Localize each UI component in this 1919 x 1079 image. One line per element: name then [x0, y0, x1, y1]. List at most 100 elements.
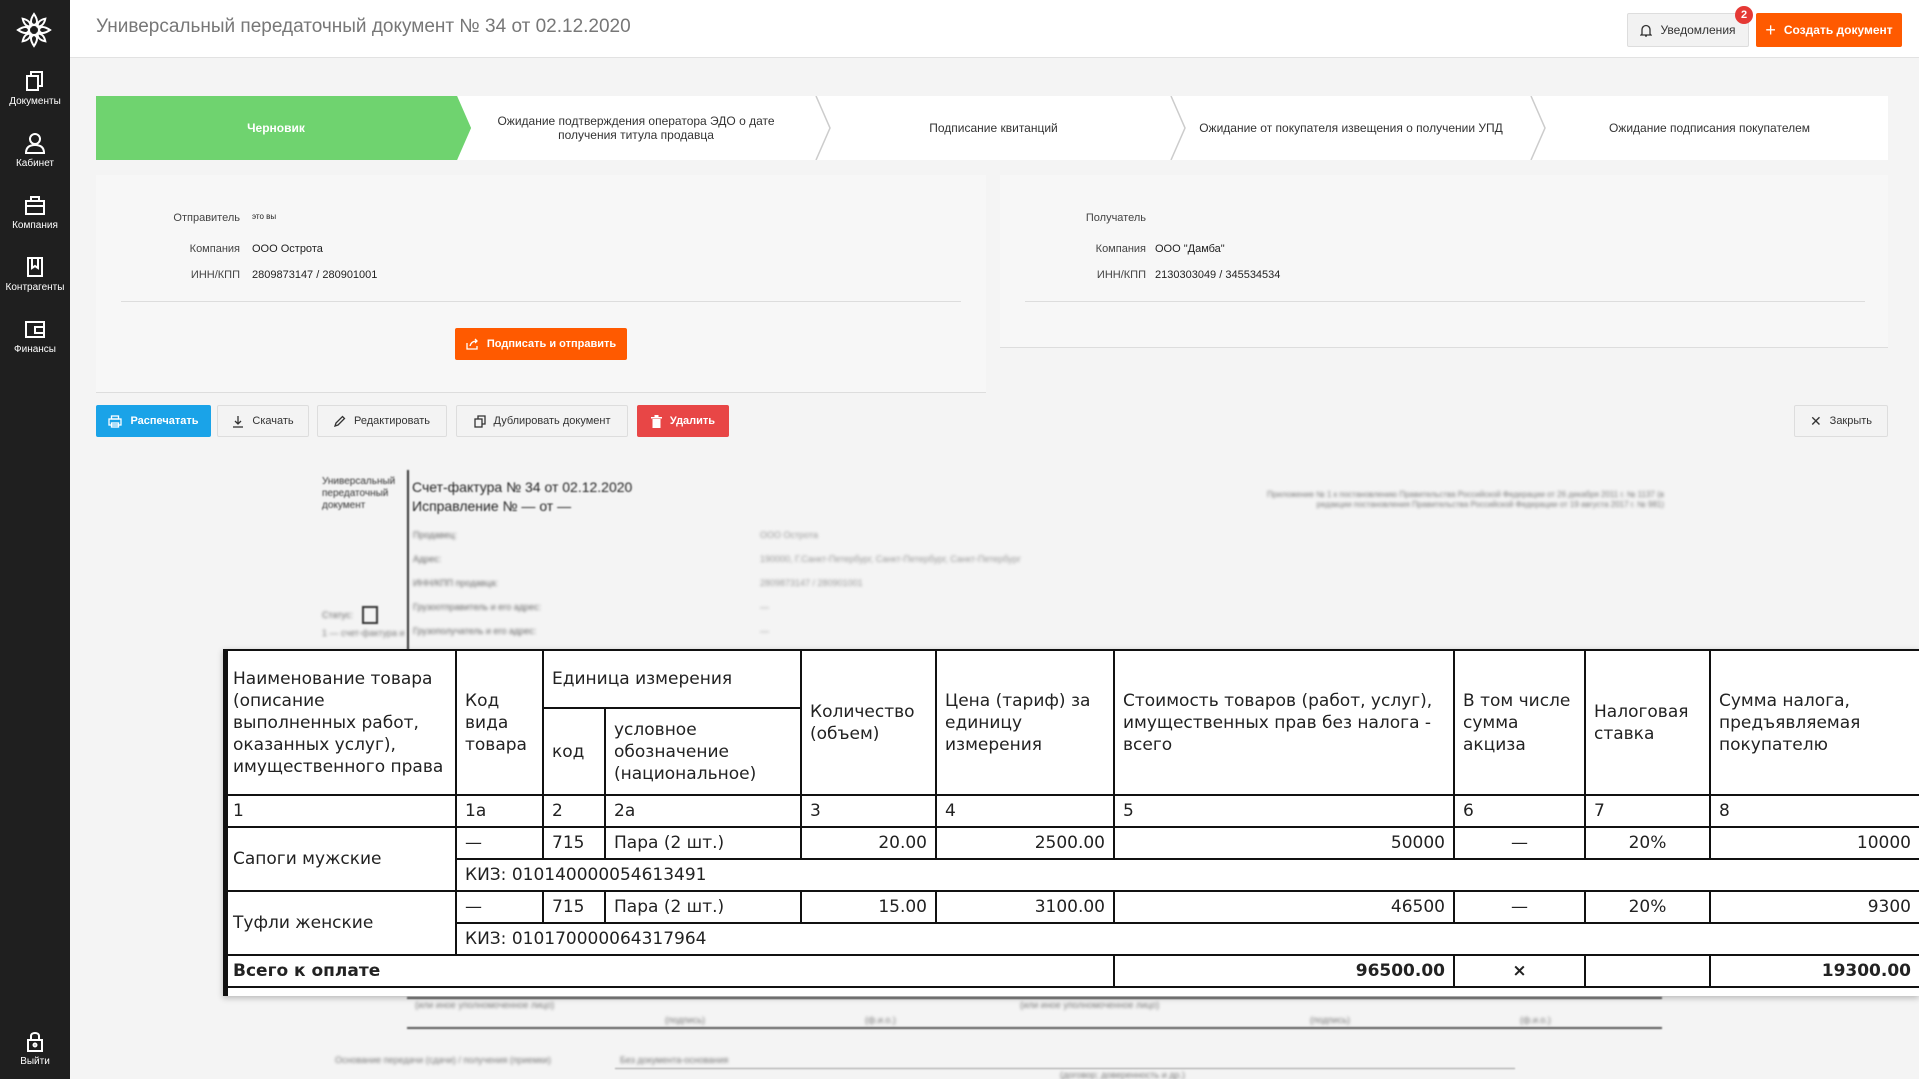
item-excise: —	[1453, 890, 1586, 924]
sig-caption: (или иное уполномоченное лицо)	[1020, 1000, 1160, 1010]
correction-line: Исправление № — от —	[412, 498, 572, 514]
table-row: Сапоги мужские — 715 Пара (2 шт.) 20.00 …	[223, 826, 1919, 892]
close-button[interactable]: ✕ Закрыть	[1794, 405, 1888, 437]
create-document-button[interactable]: + Создать документ	[1756, 13, 1902, 47]
invoice-table: Наименование товара (описание выполненны…	[223, 649, 1919, 988]
col-header-price: Цена (тариф) за единицу измерения	[935, 649, 1115, 796]
stepper-chevrons	[455, 96, 1546, 160]
download-icon	[233, 415, 244, 428]
logout-button[interactable]: Выйти	[0, 1030, 70, 1067]
sender-company: ООО Острота	[252, 243, 323, 255]
basis-value: Без документа-основания	[620, 1055, 729, 1065]
item-unit-name: Пара (2 шт.)	[604, 826, 802, 860]
sign-and-send-button[interactable]: Подписать и отправить	[455, 328, 627, 360]
sig-caption: (подпись)	[665, 1015, 706, 1025]
table-row-kiz: КИЗ: 010170000064317964	[224, 922, 1919, 956]
doc-rule	[407, 1027, 1662, 1029]
column-number: 3	[800, 794, 937, 828]
printer-icon	[108, 414, 123, 428]
receiver-inn: 2130303049 / 345534534	[1155, 269, 1281, 281]
status-stepper: Черновик Ожидание подтверждения оператор…	[96, 96, 1888, 160]
sig-caption: (ф.и.о.)	[865, 1015, 896, 1025]
table-header-row: Наименование товара (описание выполненны…	[223, 649, 1919, 796]
column-number: 2а	[604, 794, 802, 828]
status-label: Статус:	[322, 610, 353, 620]
table-left-border	[223, 649, 228, 996]
edit-button[interactable]: Редактировать	[317, 405, 447, 437]
sidebar-item-finances[interactable]: Финансы	[0, 318, 70, 355]
col-header-qty: Количество (объем)	[800, 649, 937, 796]
notifications-button[interactable]: Уведомления	[1627, 13, 1749, 47]
total-cost: 96500.00	[1113, 954, 1455, 988]
item-price: 2500.00	[935, 826, 1115, 860]
lock-icon	[27, 1032, 43, 1052]
col-header-name: Наименование товара (описание выполненны…	[223, 649, 457, 796]
column-numbers-row: 1 1а 2 2а 3 4 5 6 7 8	[223, 794, 1919, 828]
doc-field-value: —	[760, 602, 769, 612]
download-button[interactable]: Скачать	[217, 405, 309, 437]
copy-icon	[473, 414, 486, 428]
column-number: 7	[1584, 794, 1711, 828]
doc-title: Счет-фактура № 34 от 02.12.2020 Исправле…	[412, 478, 632, 516]
item-kind: —	[455, 826, 544, 860]
item-kiz: КИЗ: 010140000054613491	[455, 858, 1919, 892]
inn-label: ИНН/КПП	[1096, 269, 1146, 281]
delete-label: Удалить	[669, 415, 716, 427]
plus-icon: +	[1765, 20, 1776, 40]
item-cost: 50000	[1113, 826, 1455, 860]
col-header-tax: Сумма налога, предъявляемая покупателю	[1709, 649, 1919, 796]
doc-type-label: Универсальный передаточный документ	[322, 476, 396, 511]
doc-rule	[615, 1068, 1515, 1069]
total-row: Всего к оплате 96500.00 × 19300.00	[223, 954, 1919, 988]
delete-button[interactable]: Удалить	[637, 405, 729, 437]
doc-field-label: Адрес:	[413, 554, 442, 564]
item-price: 3100.00	[935, 890, 1115, 924]
col-header-excise: В том числе сумма акциза	[1453, 649, 1586, 796]
inn-label: ИНН/КПП	[190, 269, 240, 281]
sidebar-item-contractors[interactable]: Контрагенты	[0, 256, 70, 293]
sidebar-item-company[interactable]: Компания	[0, 194, 70, 231]
item-qty: 15.00	[800, 890, 937, 924]
sender-label: Отправитель	[173, 212, 240, 224]
col-header-rate: Налоговая ставка	[1584, 649, 1711, 796]
doc-field-value: ООО Острота	[760, 530, 818, 540]
item-name: Сапоги мужские	[223, 826, 457, 892]
basis-caption: (договор; доверенность и др.)	[1060, 1070, 1186, 1079]
item-tax: 10000	[1709, 826, 1919, 860]
sender-note: это вы	[252, 212, 277, 221]
status-hint: 1 — счет-фактура и	[322, 628, 405, 638]
user-icon	[24, 133, 46, 154]
item-kiz: КИЗ: 010170000064317964	[455, 922, 1919, 956]
sign-and-send-label: Подписать и отправить	[486, 338, 617, 350]
receiver-panel: Получатель Компания ООО "Дамба" ИНН/КПП …	[1000, 175, 1888, 348]
col-header-unit: Единица измерения	[542, 649, 802, 709]
status-value: 1	[364, 613, 369, 623]
page-title: Универсальный передаточный документ № 34…	[96, 16, 631, 37]
column-number: 8	[1709, 794, 1919, 828]
sidebar-item-label: Компания	[12, 220, 58, 231]
total-excise: ×	[1453, 954, 1586, 988]
sender-inn: 2809873147 / 280901001	[252, 269, 378, 281]
item-rate: 20%	[1584, 826, 1711, 860]
item-tax: 9300	[1709, 890, 1919, 924]
item-name: Туфли женские	[223, 890, 457, 956]
total-rate-empty	[1584, 954, 1711, 988]
item-unit-name: Пара (2 шт.)	[604, 890, 802, 924]
total-label: Всего к оплате	[223, 954, 1115, 988]
sidebar-item-cabinet[interactable]: Кабинет	[0, 132, 70, 169]
receiver-company: ООО "Дамба"	[1155, 243, 1225, 255]
column-number: 4	[935, 794, 1115, 828]
doc-field-label: Грузополучатель и его адрес:	[413, 626, 537, 636]
print-button[interactable]: Распечатать	[96, 405, 211, 437]
duplicate-button[interactable]: Дублировать документ	[456, 405, 628, 437]
sidebar-item-documents[interactable]: Документы	[0, 70, 70, 107]
item-excise: —	[1453, 826, 1586, 860]
column-number: 5	[1113, 794, 1455, 828]
pencil-icon	[334, 415, 346, 427]
item-kind: —	[455, 890, 544, 924]
table-row-kiz: КИЗ: 010140000054613491	[224, 858, 1919, 892]
column-number: 6	[1453, 794, 1586, 828]
col-header-unit-code: код	[542, 707, 606, 796]
sender-panel: Отправитель это вы Компания ООО Острота …	[96, 175, 986, 393]
app-logo[interactable]	[14, 10, 54, 50]
